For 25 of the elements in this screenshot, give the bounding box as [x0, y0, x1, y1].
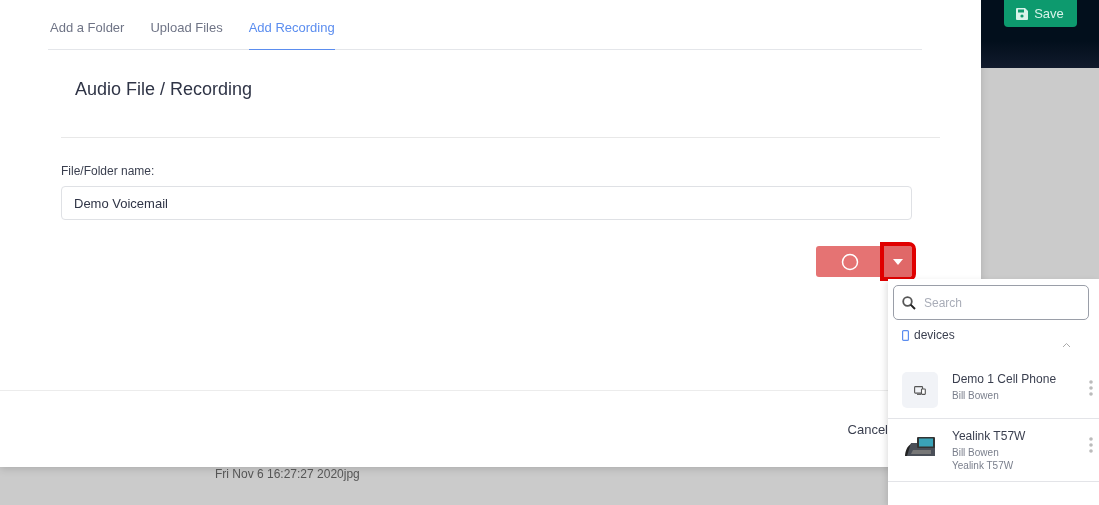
device-name: Yealink T57W — [952, 429, 1027, 443]
mobile-phone-icon — [902, 329, 909, 341]
cancel-button[interactable]: Cancel — [847, 421, 888, 437]
device-item[interactable]: Yealink T57W Bill Bowen Yealink T57W — [888, 419, 1099, 482]
more-options-icon[interactable] — [1089, 437, 1093, 453]
chevron-icon[interactable] — [1062, 342, 1071, 348]
tab[interactable]: Upload Files — [150, 0, 223, 50]
device-icon — [914, 385, 926, 395]
file-name: Fri Nov 6 16:27:27 2020jpg — [215, 467, 361, 481]
device-detail: Bill Bowen — [952, 390, 1000, 401]
circle-icon — [841, 252, 859, 271]
search-icon — [902, 296, 916, 310]
search-field[interactable]: Search — [893, 285, 1089, 320]
caret-icon — [893, 258, 903, 265]
dialog-title: Audio File / Recording — [75, 80, 254, 98]
more-options-icon[interactable] — [1089, 380, 1093, 396]
field-label: File/Folder name: — [61, 164, 156, 178]
device-detail: Bill Bowen — [952, 447, 1000, 458]
group-label: devices — [914, 328, 955, 342]
device-item[interactable]: Demo 1 Cell Phone Bill Bowen — [888, 362, 1099, 419]
name-field[interactable]: Demo Voicemail — [61, 186, 912, 220]
device-detail: Yealink T57W — [952, 460, 1015, 471]
device-name: Demo 1 Cell Phone — [952, 372, 1058, 386]
tab[interactable]: Add a Folder — [50, 0, 125, 50]
desk-phone-icon — [903, 436, 937, 458]
